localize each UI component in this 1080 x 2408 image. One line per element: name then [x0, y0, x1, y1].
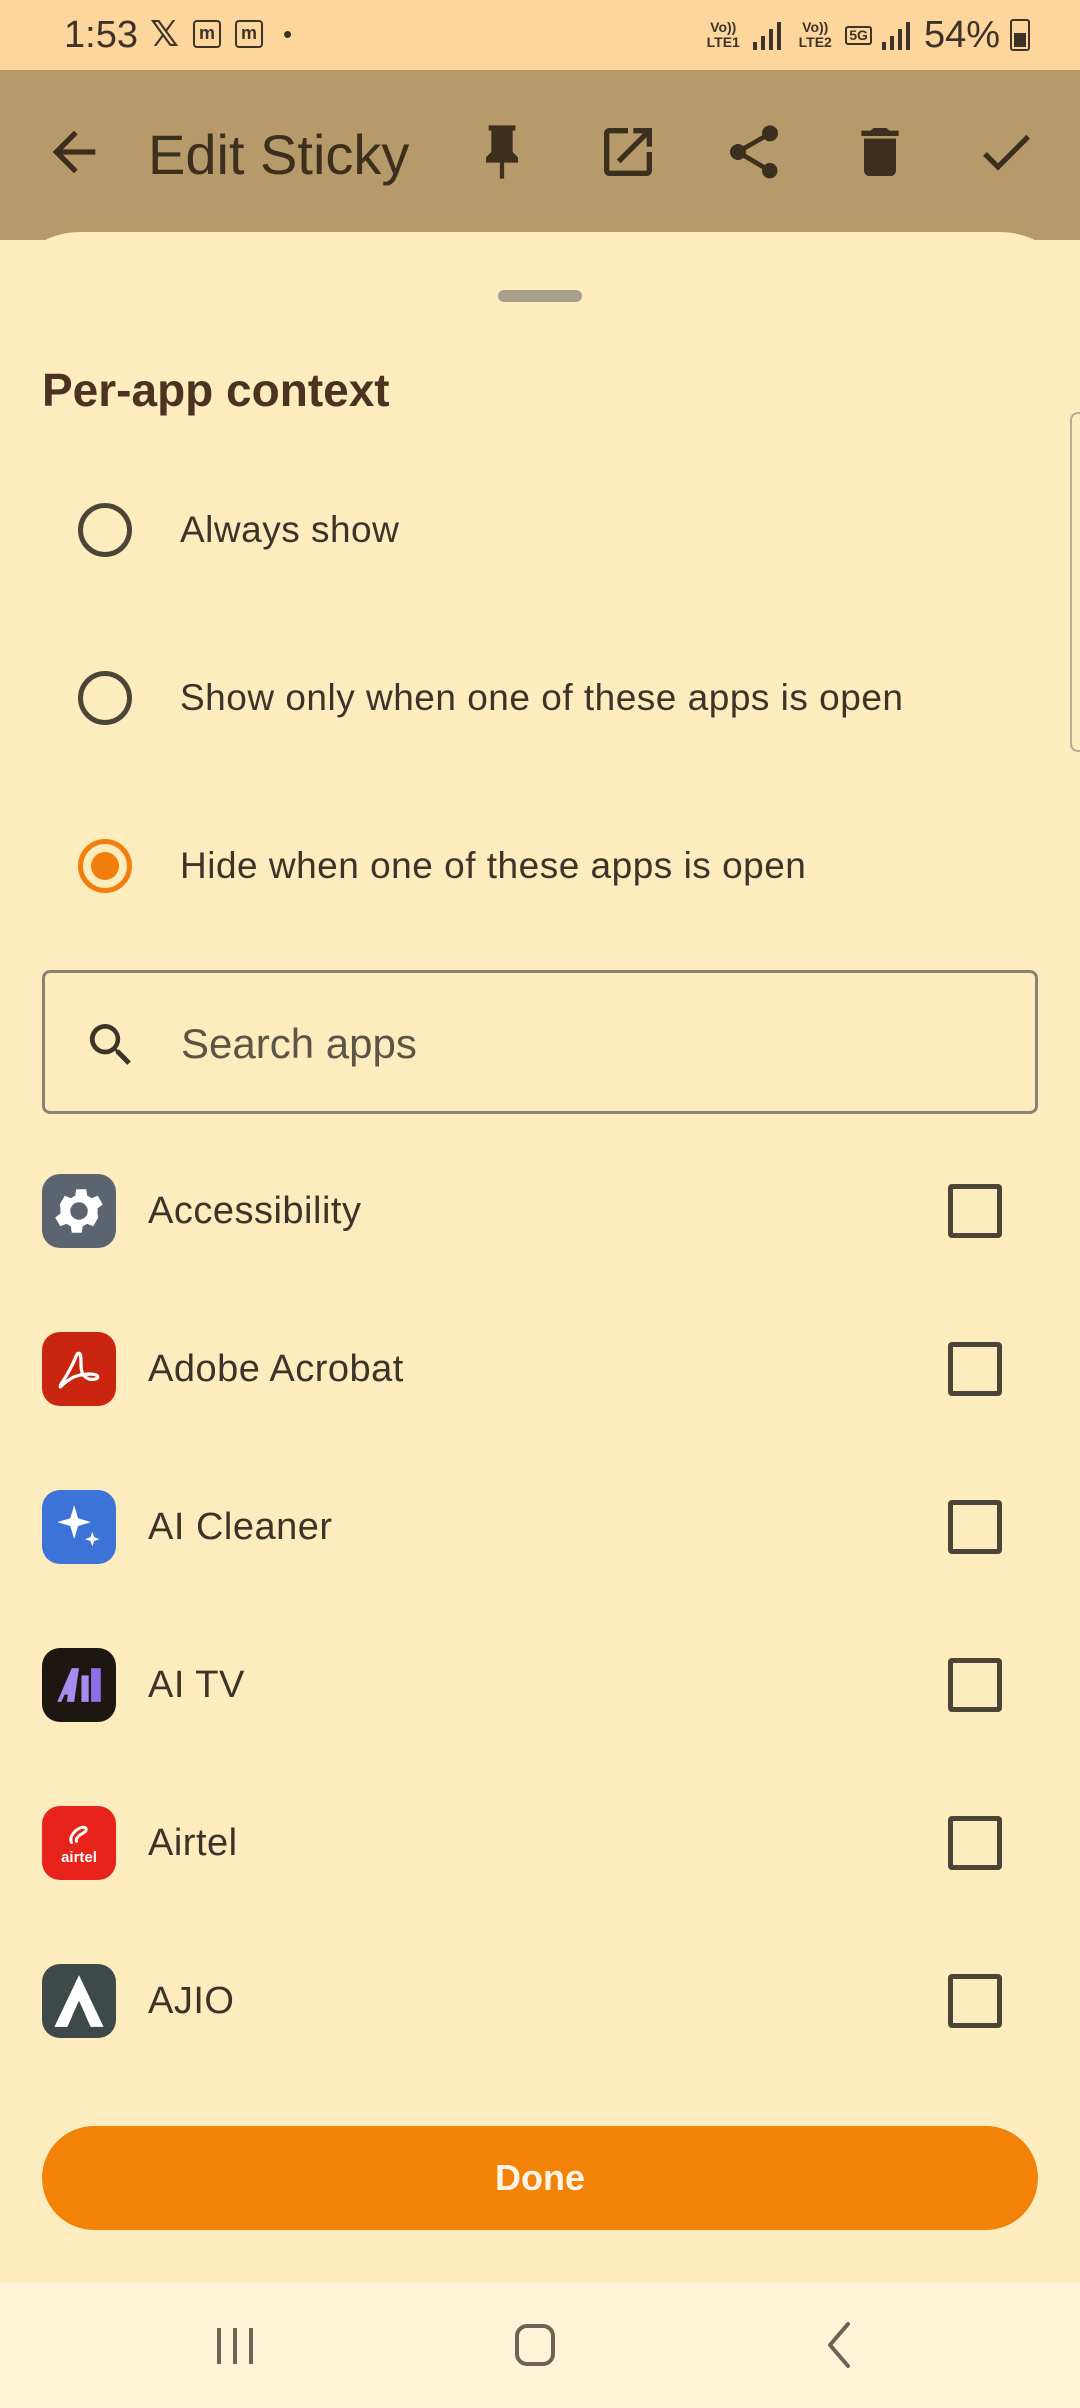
airtel-icon: airtel: [42, 1806, 116, 1880]
radio-button[interactable]: [78, 503, 132, 557]
app-checkbox[interactable]: [948, 1500, 1002, 1554]
app-checkbox[interactable]: [948, 1342, 1002, 1396]
option-label: Always show: [180, 509, 400, 550]
delete-icon[interactable]: [848, 120, 912, 184]
notification-icons: 𝕏 m m •: [150, 14, 292, 54]
signal-icon: [753, 20, 785, 50]
navigation-bar: [0, 2282, 1080, 2408]
radio-button-selected[interactable]: [78, 839, 132, 893]
list-item[interactable]: Adobe Acrobat: [0, 1296, 1080, 1454]
battery-icon: [1010, 19, 1030, 51]
sim2-network-label: Vo)) LTE2: [798, 19, 832, 50]
list-item[interactable]: Accessibility: [0, 1138, 1080, 1296]
app-checkbox[interactable]: [948, 1184, 1002, 1238]
done-button[interactable]: Done: [42, 2126, 1038, 2230]
back-nav-icon[interactable]: [804, 2312, 874, 2378]
app-name: AJIO: [148, 1980, 235, 2022]
list-item[interactable]: AI Cleaner: [0, 1454, 1080, 1612]
sparkle-icon: [42, 1490, 116, 1564]
app-checkbox[interactable]: [948, 1816, 1002, 1870]
app-name: AI Cleaner: [148, 1506, 333, 1548]
status-time: 1:53: [64, 14, 138, 56]
list-item[interactable]: AJIO: [0, 1928, 1080, 2086]
option-show-only-when-open[interactable]: Show only when one of these apps is open: [0, 638, 1080, 758]
back-arrow-icon[interactable]: [42, 120, 106, 184]
search-icon: [89, 1024, 131, 1065]
recent-apps-icon[interactable]: [200, 2312, 270, 2378]
option-label: Hide when one of these apps is open: [180, 845, 807, 886]
radio-button[interactable]: [78, 671, 132, 725]
drag-handle[interactable]: [498, 290, 582, 302]
m-notification-icon-2: m: [235, 20, 264, 48]
m-notification-icon: m: [193, 20, 222, 48]
ajio-icon: [42, 1964, 116, 2038]
acrobat-icon: [42, 1332, 116, 1406]
ai-tv-icon: [42, 1648, 116, 1722]
status-bar: 1:53 𝕏 m m • Vo)) LTE1 Vo)) LTE2 5G 54%: [0, 0, 1080, 70]
5g-icon: 5G: [845, 25, 872, 45]
signal-icon-2: [881, 20, 914, 50]
open-external-icon[interactable]: [596, 120, 660, 184]
pin-icon[interactable]: [470, 120, 534, 184]
app-name: Accessibility: [148, 1190, 362, 1232]
app-name: AI TV: [148, 1664, 245, 1706]
sim1-network-label: Vo)) LTE1: [706, 19, 740, 50]
sheet-title: Per-app context: [42, 364, 390, 416]
search-input[interactable]: [181, 1009, 1001, 1079]
airtel-logo-text: airtel: [61, 1849, 97, 1866]
option-hide-when-open[interactable]: Hide when one of these apps is open: [0, 806, 1080, 926]
battery-percent: 54%: [923, 14, 1000, 56]
system-icons: Vo)) LTE1 Vo)) LTE2 5G 54%: [703, 12, 1030, 58]
list-item[interactable]: airtel Airtel: [0, 1770, 1080, 1928]
x-app-icon: 𝕏: [150, 13, 180, 54]
app-checkbox[interactable]: [948, 1974, 1002, 2028]
app-checkbox[interactable]: [948, 1658, 1002, 1712]
screen: 1:53 𝕏 m m • Vo)) LTE1 Vo)) LTE2 5G 54% …: [0, 0, 1080, 2408]
check-icon[interactable]: [974, 120, 1038, 184]
app-bar: Edit Sticky: [0, 70, 1080, 240]
search-box[interactable]: [42, 970, 1038, 1114]
list-item[interactable]: AI TV: [0, 1612, 1080, 1770]
option-label: Show only when one of these apps is open: [180, 677, 904, 718]
share-icon[interactable]: [722, 120, 786, 184]
home-icon[interactable]: [500, 2312, 570, 2378]
app-name: Adobe Acrobat: [148, 1348, 404, 1390]
page-title: Edit Sticky: [148, 123, 410, 186]
more-notifications-dot: •: [283, 19, 293, 49]
app-name: Airtel: [148, 1822, 238, 1864]
gear-icon: [42, 1174, 116, 1248]
per-app-context-sheet: Per-app context Always show Show only wh…: [0, 232, 1080, 2282]
option-always-show[interactable]: Always show: [0, 470, 1080, 590]
